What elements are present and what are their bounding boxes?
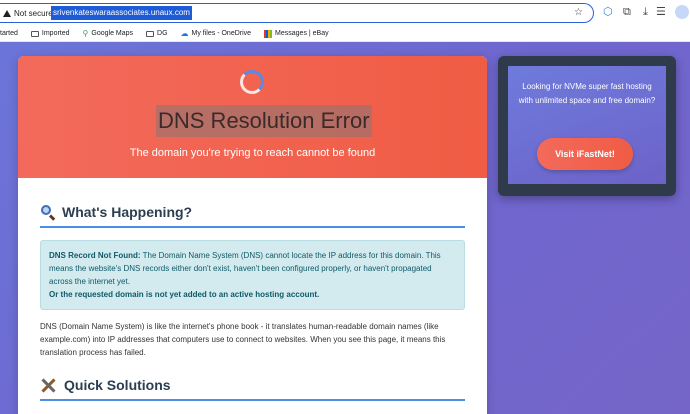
bookmark-label: tarted	[0, 30, 18, 37]
ad-text: Looking for NVMe super fast hosting with…	[518, 82, 656, 105]
dns-info-box: DNS Record Not Found: The Domain Name Sy…	[40, 240, 465, 310]
extension-cube-icon[interactable]: ⬡	[603, 6, 613, 18]
tools-icon	[40, 377, 58, 393]
folder-icon	[146, 30, 155, 37]
loading-spinner-icon	[240, 70, 264, 94]
section-whats-happening: What's Happening?	[40, 204, 465, 228]
bookmark-started[interactable]: tarted	[0, 30, 18, 37]
page-viewport: DNS Resolution Error The domain you're t…	[0, 42, 690, 414]
folder-icon	[30, 30, 39, 37]
card-content: What's Happening? DNS Record Not Found: …	[18, 178, 487, 401]
info-lead: DNS Record Not Found:	[49, 251, 141, 260]
security-indicator[interactable]: Not secure	[3, 6, 53, 20]
bookmark-ebay[interactable]: Messages | eBay	[264, 29, 329, 38]
section-quick-solutions: Quick Solutions	[40, 377, 465, 401]
url-text[interactable]: srivenkateswaraassociates.unaux.com	[51, 6, 192, 20]
ad-panel: Looking for NVMe super fast hosting with…	[508, 66, 666, 184]
hosting-ad: Looking for NVMe super fast hosting with…	[498, 56, 676, 196]
maps-pin-icon: ⚲	[82, 29, 89, 38]
dns-explanation: DNS (Domain Name System) is like the int…	[40, 322, 446, 357]
profile-menu-icon[interactable]: ☰	[656, 6, 666, 18]
bookmark-star-icon[interactable]: ☆	[574, 7, 583, 18]
bookmark-label: Google Maps	[91, 30, 134, 37]
bookmark-google-maps[interactable]: ⚲ Google Maps	[83, 29, 134, 38]
avatar[interactable]	[675, 5, 689, 19]
bookmark-label: My files - OneDrive	[191, 30, 252, 37]
bookmark-label: Imported	[41, 30, 70, 37]
download-icon[interactable]: ⤓	[643, 6, 648, 18]
extensions-puzzle-icon[interactable]: ⧉	[623, 6, 631, 18]
section-title: Quick Solutions	[64, 377, 171, 393]
bookmark-dg[interactable]: DG	[146, 30, 168, 37]
not-secure-label: Not secure	[14, 8, 53, 18]
visit-ifastnet-button[interactable]: Visit iFastNet!	[537, 138, 633, 170]
section-title: What's Happening?	[62, 204, 193, 220]
error-card: DNS Resolution Error The domain you're t…	[18, 56, 487, 414]
info-bold-line: Or the requested domain is not yet added…	[49, 290, 320, 299]
magnifying-glass-icon	[40, 204, 56, 221]
bookmark-imported[interactable]: Imported	[30, 30, 70, 37]
bookmarks-bar: tarted Imported ⚲ Google Maps DG ☁ My fi…	[0, 26, 690, 42]
page-subtitle: The domain you're trying to reach cannot…	[129, 147, 376, 159]
bookmark-onedrive[interactable]: ☁ My files - OneDrive	[181, 29, 252, 38]
ebay-icon	[264, 29, 273, 38]
page-title: DNS Resolution Error	[156, 105, 372, 137]
onedrive-cloud-icon: ☁	[180, 29, 189, 38]
warning-icon	[3, 9, 11, 17]
bookmark-label: Messages | eBay	[275, 30, 329, 37]
bookmark-label: DG	[157, 30, 168, 37]
address-bar[interactable]: Not secure srivenkateswaraassociates.una…	[0, 3, 594, 23]
browser-toolbar: Not secure srivenkateswaraassociates.una…	[0, 0, 690, 26]
hero-banner: DNS Resolution Error The domain you're t…	[18, 56, 487, 178]
